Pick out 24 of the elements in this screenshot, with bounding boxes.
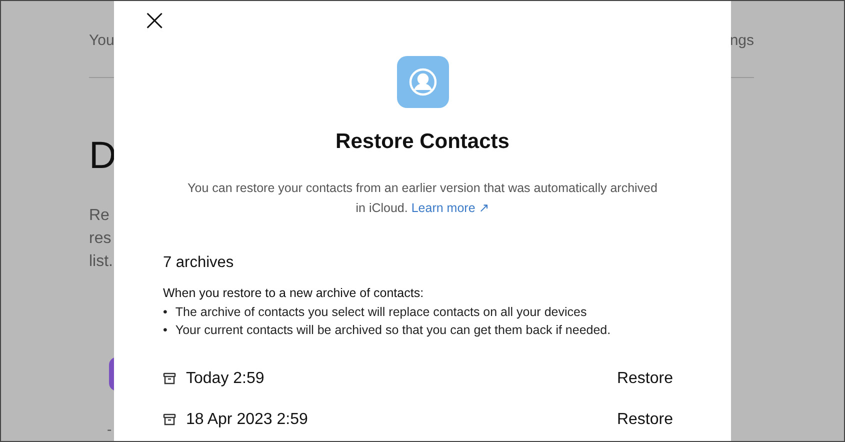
bullet-marker: • <box>163 322 168 339</box>
archive-box-icon <box>163 372 176 385</box>
learn-more-link[interactable]: Learn more ↗ <box>411 201 490 215</box>
dialog-title: Restore Contacts <box>336 130 510 154</box>
restore-button[interactable]: Restore <box>616 410 673 428</box>
intro-text: When you restore to a new archive of contacts: <box>163 285 425 302</box>
paragraph-line: Re <box>89 206 110 226</box>
bullet-item: The archive of contacts you select will replace contacts on all your devices <box>175 304 587 321</box>
archive-date: Today 2:59 <box>186 370 266 388</box>
restore-button[interactable]: Restore <box>616 370 673 388</box>
header-text: ngs <box>730 32 754 48</box>
dialog-description: You can restore your contacts from an earlier version that was automatically archived in iCloud. Learn more ↗ <box>186 180 658 217</box>
header-text: You <box>89 32 114 48</box>
archive-count: 7 archives <box>163 254 235 272</box>
paragraph-line: list. <box>89 252 113 272</box>
bullet-item: Your current contacts will be archived so that you can get them back if needed. <box>175 322 611 339</box>
page-heading: D <box>89 134 116 178</box>
page-text: - <box>107 421 112 437</box>
contacts-app-icon <box>396 56 448 108</box>
bullet-marker: • <box>163 304 168 321</box>
close-button[interactable]: × <box>138 6 172 36</box>
archive-box-icon <box>163 413 176 426</box>
archive-date: 18 Apr 2023 2:59 <box>186 410 309 428</box>
paragraph-line: res <box>89 229 112 249</box>
